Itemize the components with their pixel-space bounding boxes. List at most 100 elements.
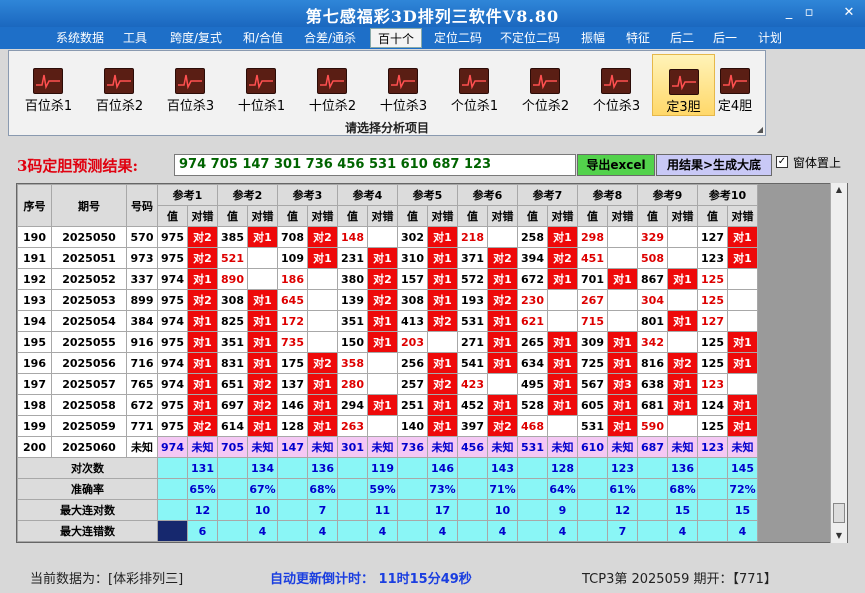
ref-result: 对1: [427, 247, 458, 269]
menu-item-position[interactable]: 百十个: [370, 28, 422, 48]
ref-result: 对2: [427, 373, 458, 395]
ref-result: 对1: [187, 373, 218, 395]
menu-item-fixed-two[interactable]: 定位二码: [430, 28, 486, 48]
ref-result: [487, 373, 518, 395]
ref-result: 对1: [547, 352, 578, 374]
stat-empty: [637, 478, 668, 500]
ref-result: 对1: [607, 394, 638, 416]
ref-result: 对1: [307, 415, 338, 437]
ref-result: 对1: [547, 331, 578, 353]
table-row[interactable]: 192 2025052 337 974 对1 890 186 380 对2 157 对1 572 对1 6…: [17, 268, 758, 290]
ref-value: 230: [517, 289, 548, 311]
ribbon-button-10[interactable]: 定3胆: [652, 54, 715, 116]
menu-item-system-data[interactable]: 系统数据: [53, 28, 107, 48]
pending-row[interactable]: 200 2025060 未知 974 未知 705 未知 147 未知 301 未知 736 未知 456…: [17, 436, 758, 458]
subheader-value: 值: [217, 205, 248, 227]
ribbon-button-6[interactable]: 十位杀3: [372, 54, 435, 116]
header-row: 序号 期号 号码 参考1 参考2 参考3 参考4 参考5 参考6 参考7 参考8 参考9 参考10: [17, 184, 758, 227]
table-row[interactable]: 197 2025057 765 974 对1 651 对2 137 对1 280 257 对2 423 4…: [17, 373, 758, 395]
ref-result: 对1: [547, 373, 578, 395]
table-row[interactable]: 194 2025054 384 974 对1 825 对1 172 351 对1 413 对2 531 对…: [17, 310, 758, 332]
row-seq: 198: [17, 394, 52, 416]
export-excel-button[interactable]: 导出excel: [577, 154, 655, 176]
topmost-checkbox[interactable]: ✓: [776, 156, 788, 168]
menu-item-sum[interactable]: 和/合值: [238, 28, 288, 48]
menu-item-diff[interactable]: 合差/通杀: [300, 28, 360, 48]
row-code: 570: [126, 226, 158, 248]
ref-value: 974: [157, 310, 188, 332]
ref-value: 495: [517, 373, 548, 395]
pending-value: 456: [457, 436, 488, 458]
table-row[interactable]: 191 2025051 973 975 对2 521 109 对1 231 对1 310 对1 371 对…: [17, 247, 758, 269]
stat-empty: [157, 457, 188, 479]
ref-value: 890: [217, 268, 248, 290]
prediction-result-field[interactable]: 974 705 147 301 736 456 531 610 687 123: [174, 154, 576, 176]
ref-value: 867: [637, 268, 668, 290]
ref-value: 394: [517, 247, 548, 269]
ribbon-button-label: 定3胆: [666, 100, 701, 115]
table-row[interactable]: 199 2025059 771 975 对2 614 对1 128 对1 263 140 对1 397 对…: [17, 415, 758, 437]
table-row[interactable]: 198 2025058 672 975 对1 697 对2 146 对1 294 对1 251 对1 45…: [17, 394, 758, 416]
stat-empty: [337, 499, 368, 521]
vertical-scrollbar[interactable]: ▲ ▼: [830, 183, 847, 543]
chart-icon: [720, 68, 750, 94]
ref-result: 对2: [667, 352, 698, 374]
generate-base-button[interactable]: 用结果>生成大底: [656, 154, 772, 176]
stat-value: 64%: [547, 478, 578, 500]
menu-item-last-one[interactable]: 后一: [709, 28, 741, 48]
ribbon-button-8[interactable]: 个位杀2: [514, 54, 577, 116]
stat-value: 68%: [307, 478, 338, 500]
ref-result: 对2: [307, 352, 338, 374]
maximize-button[interactable]: ▫: [798, 4, 820, 22]
ref-result: 对1: [607, 268, 638, 290]
ref-result: 对1: [547, 226, 578, 248]
menu-item-tools[interactable]: 工具: [119, 28, 151, 48]
ref-value: 521: [217, 247, 248, 269]
header-seq: 序号: [17, 184, 52, 227]
stat-empty: [697, 520, 728, 542]
ref-value: 124: [697, 394, 728, 416]
subheader-value: 值: [157, 205, 188, 227]
ribbon-button-2[interactable]: 百位杀2: [88, 54, 151, 116]
ribbon-button-7[interactable]: 个位杀1: [443, 54, 506, 116]
ref-value: 413: [397, 310, 428, 332]
stat-empty: [457, 499, 488, 521]
ribbon-button-1[interactable]: 百位杀1: [17, 54, 80, 116]
minimize-button[interactable]: _: [778, 4, 800, 22]
ribbon-button-5[interactable]: 十位杀2: [301, 54, 364, 116]
ribbon-corner-icon[interactable]: ◢: [757, 125, 763, 134]
ref-result: 对1: [667, 394, 698, 416]
menu-item-plan[interactable]: 计划: [754, 28, 786, 48]
menu-item-unfixed-two[interactable]: 不定位二码: [496, 28, 564, 48]
menu-item-span[interactable]: 跨度/复式: [165, 28, 227, 48]
ref-result: 对2: [307, 226, 338, 248]
ribbon-button-11[interactable]: 定4胆: [709, 54, 761, 116]
ribbon-button-4[interactable]: 十位杀1: [230, 54, 293, 116]
ribbon-button-label: 十位杀1: [237, 99, 286, 114]
ref-result: [607, 289, 638, 311]
pending-value: 123: [697, 436, 728, 458]
table-row[interactable]: 196 2025056 716 974 对1 831 对1 175 对2 358 256 对1 541 对…: [17, 352, 758, 374]
ref-value: 975: [157, 415, 188, 437]
table-row[interactable]: 193 2025053 899 975 对2 308 对1 645 139 对2 308 对1 193 对…: [17, 289, 758, 311]
stat-value: 4: [667, 520, 698, 542]
menu-item-feature[interactable]: 特征: [620, 28, 656, 48]
close-button[interactable]: ✕: [838, 4, 860, 22]
scroll-thumb[interactable]: [833, 503, 845, 523]
ribbon-button-3[interactable]: 百位杀3: [159, 54, 222, 116]
ref-result: [667, 289, 698, 311]
table-row[interactable]: 195 2025055 916 975 对1 351 对1 735 150 对1 203 271 对1 2…: [17, 331, 758, 353]
ref-result: 对1: [487, 331, 518, 353]
stat-label: 最大连错数: [17, 520, 158, 542]
scroll-up-icon[interactable]: ▲: [831, 183, 847, 197]
ref-value: 621: [517, 310, 548, 332]
table-row[interactable]: 190 2025050 570 975 对2 385 对1 708 对2 148 302 对1 218 2…: [17, 226, 758, 248]
ref-result: 对1: [427, 394, 458, 416]
ribbon-button-9[interactable]: 个位杀3: [585, 54, 648, 116]
ref-value: 258: [517, 226, 548, 248]
ref-result: [667, 331, 698, 353]
topmost-label: 窗体置上: [793, 156, 842, 170]
scroll-down-icon[interactable]: ▼: [831, 529, 847, 543]
menu-item-last-two[interactable]: 后二: [666, 28, 698, 48]
menu-item-amplitude[interactable]: 振幅: [577, 28, 609, 48]
